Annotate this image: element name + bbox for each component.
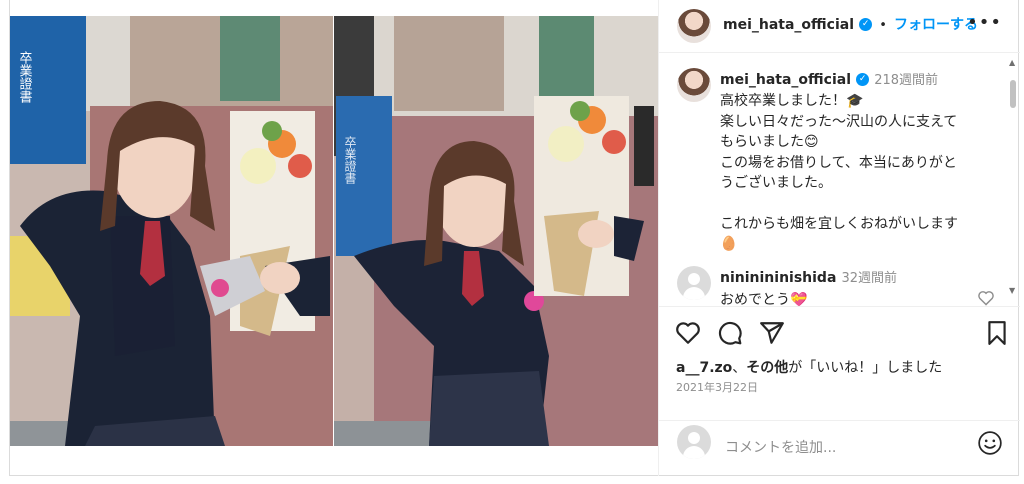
post-sidebar: mei_hata_official ✓ • フォローする ••• mei_hat…	[658, 0, 1020, 476]
more-options-icon[interactable]: •••	[967, 12, 1002, 33]
comment-username[interactable]: nininininishida	[720, 270, 836, 286]
current-user-avatar	[677, 425, 711, 459]
certificate-text-2: 卒業證書	[343, 136, 357, 185]
scroll-down-icon[interactable]: ▼	[1009, 286, 1015, 295]
likes-separator: 、	[732, 360, 747, 376]
caption-avatar[interactable]	[677, 68, 711, 102]
author-username[interactable]: mei_hata_official	[723, 17, 854, 33]
scroll-up-icon[interactable]: ▲	[1009, 58, 1015, 67]
comment-input[interactable]	[723, 433, 957, 463]
likes-suffix: が「いいね！」しました	[788, 360, 943, 376]
caption-line	[720, 194, 990, 214]
likes-others-link[interactable]: その他	[746, 360, 788, 376]
verified-badge-icon: ✓	[859, 18, 873, 31]
bookmark-icon[interactable]	[984, 320, 1010, 346]
caption-text: 高校卒業しました！🎓 楽しい日々だった〜沢山の人に支えて もらいました😊 この場…	[720, 91, 990, 255]
add-comment-bar	[659, 420, 1020, 477]
post-date[interactable]: 2021年3月22日	[676, 379, 758, 395]
heart-icon[interactable]	[675, 320, 701, 346]
emoji-icon[interactable]	[977, 430, 1003, 456]
likes-summary: a__7.zo、その他が「いいね！」しました	[676, 357, 942, 377]
instagram-post: 卒業證書 卒業證書 mei_hata_official ✓ • フォローする •…	[9, 0, 1020, 476]
author-avatar[interactable]	[677, 9, 711, 43]
post-actions: a__7.zo、その他が「いいね！」しました 2021年3月22日	[659, 306, 1020, 427]
comment-icon[interactable]	[717, 320, 743, 346]
post-media[interactable]: 卒業證書 卒業證書	[10, 16, 658, 446]
photo-right: 卒業證書	[334, 16, 658, 446]
comments-scrollbar[interactable]: ▲ ▼	[1008, 58, 1018, 304]
caption-line: これからも畑を宜しくおねがいします	[720, 215, 958, 232]
header-text: mei_hata_official ✓ • フォローする	[723, 14, 978, 34]
caption-line: うございました。	[720, 175, 832, 191]
caption-username[interactable]: mei_hata_official	[720, 72, 851, 88]
separator-dot: •	[879, 18, 887, 33]
comment-item: nininininishida 32週間前	[720, 267, 897, 286]
share-icon[interactable]	[759, 320, 785, 346]
liker-username[interactable]: a__7.zo	[676, 360, 732, 376]
caption-line: 楽しい日々だった〜沢山の人に支えて	[720, 113, 958, 130]
verified-badge-icon: ✓	[856, 73, 870, 86]
caption-line: この場をお借りして、本当にありがと	[720, 154, 957, 171]
certificate-text-1: 卒業證書	[17, 51, 33, 104]
commenter-avatar[interactable]	[677, 266, 711, 300]
caption-header: mei_hata_official ✓ 218週間前	[720, 69, 938, 88]
caption-line: 🥚	[720, 236, 738, 252]
follow-button[interactable]: フォローする	[894, 17, 978, 33]
post-header: mei_hata_official ✓ • フォローする •••	[659, 0, 1020, 53]
caption-time[interactable]: 218週間前	[874, 73, 938, 88]
caption-line: もらいました😊	[720, 134, 819, 150]
photo-left: 卒業證書	[10, 16, 333, 446]
comment-text: おめでとう💝	[720, 292, 808, 306]
comments-area: mei_hata_official ✓ 218週間前 高校卒業しました！🎓 楽し…	[659, 54, 1007, 306]
scrollbar-thumb[interactable]	[1010, 80, 1016, 108]
caption-line: 高校卒業しました！🎓	[720, 93, 864, 109]
comment-like-heart-icon[interactable]	[977, 290, 995, 306]
comment-time[interactable]: 32週間前	[842, 271, 898, 286]
